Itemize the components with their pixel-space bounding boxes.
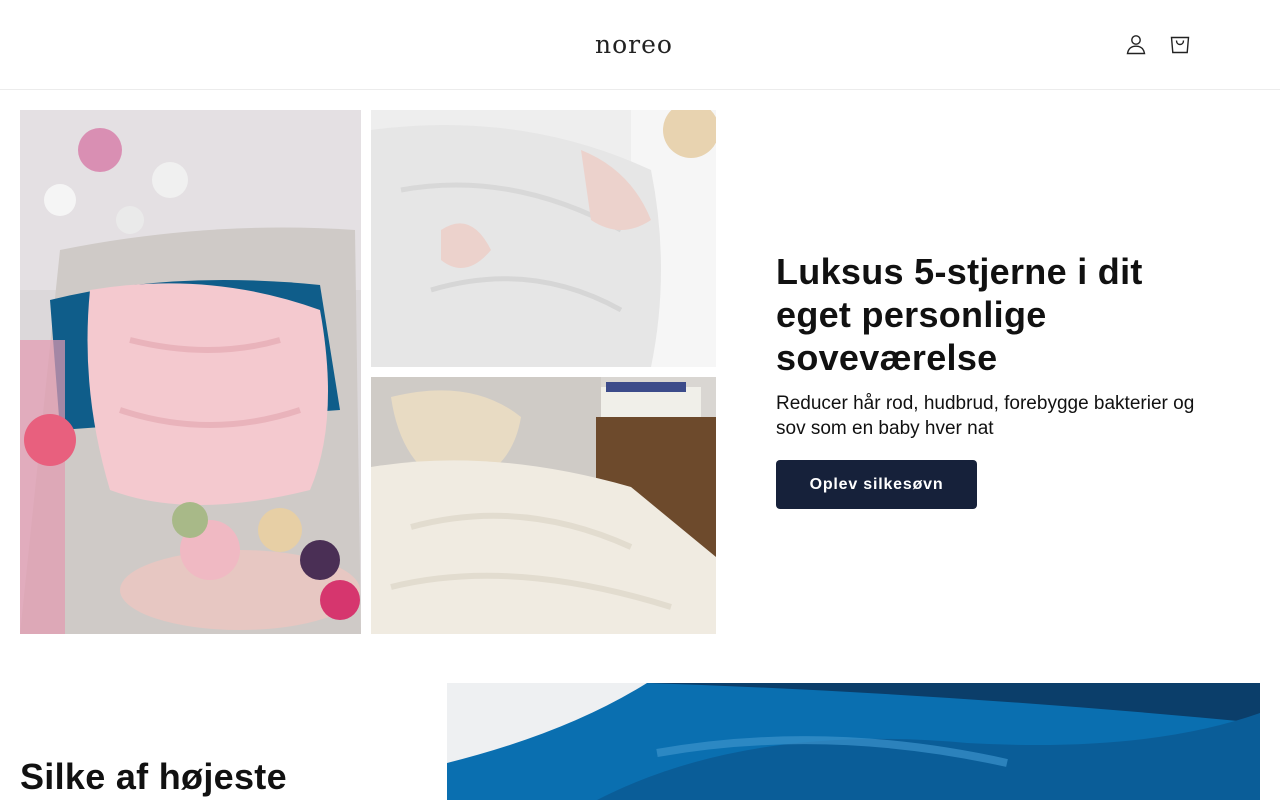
section-title: Silke af højeste (20, 756, 287, 797)
hero-title: Luksus 5-stjerne i dit eget personlige s… (776, 251, 1143, 378)
hero-subtitle: Reducer hår rod, hudbrud, forebygge bakt… (776, 393, 1195, 439)
hero-image-white-pillow (371, 110, 716, 367)
account-icon[interactable] (1124, 32, 1148, 56)
blue-silk-image (447, 683, 1260, 800)
cta-button[interactable]: Oplev silkesøvn (776, 460, 977, 509)
hero-image-pink-pillow (20, 110, 361, 634)
hero-text-block: Luksus 5-stjerne i dit eget personlige s… (776, 250, 1216, 441)
logo[interactable]: noreo (595, 30, 673, 59)
hero-image-bed (371, 377, 716, 634)
site-header: noreo (0, 0, 1280, 90)
cart-icon[interactable] (1168, 32, 1192, 56)
